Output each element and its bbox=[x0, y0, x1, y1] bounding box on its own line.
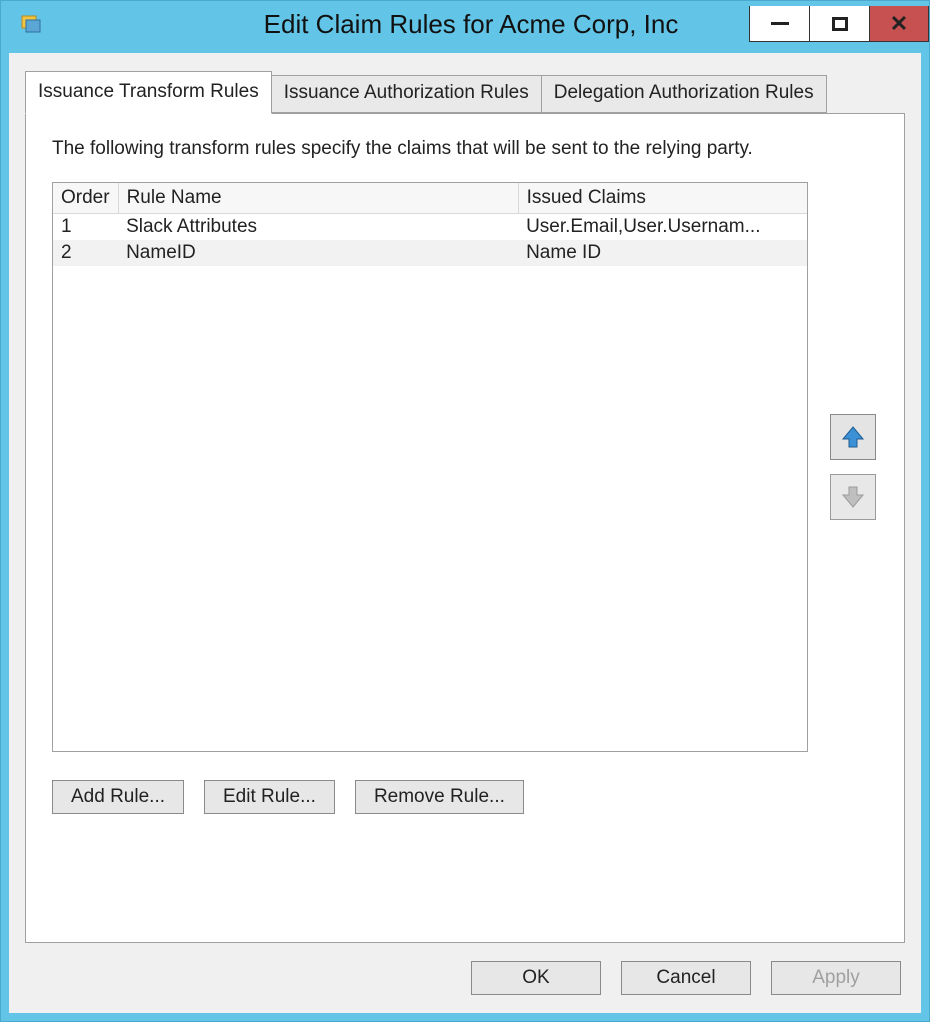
dialog-body: Issuance Transform Rules Issuance Author… bbox=[9, 53, 921, 1013]
cell-rule-name: Slack Attributes bbox=[118, 214, 518, 241]
tab-issuance-authorization[interactable]: Issuance Authorization Rules bbox=[271, 75, 542, 113]
minimize-button[interactable] bbox=[749, 6, 809, 42]
titlebar-buttons: ✕ bbox=[749, 6, 929, 42]
edit-rule-button[interactable]: Edit Rule... bbox=[204, 780, 335, 814]
move-down-button[interactable] bbox=[830, 474, 876, 520]
dialog-footer: OK Cancel Apply bbox=[25, 943, 905, 999]
tab-panel: The following transform rules specify th… bbox=[25, 113, 905, 943]
cell-order: 2 bbox=[53, 240, 118, 266]
cell-rule-name: NameID bbox=[118, 240, 518, 266]
panel-description: The following transform rules specify th… bbox=[52, 138, 878, 160]
table-row[interactable]: 1 Slack Attributes User.Email,User.Usern… bbox=[53, 214, 807, 241]
cell-issued-claims: Name ID bbox=[518, 240, 807, 266]
arrow-up-icon bbox=[839, 423, 867, 451]
column-header-order[interactable]: Order bbox=[53, 183, 118, 214]
cancel-button[interactable]: Cancel bbox=[621, 961, 751, 995]
dialog-window: Edit Claim Rules for Acme Corp, Inc ✕ Is… bbox=[0, 0, 930, 1022]
ok-button[interactable]: OK bbox=[471, 961, 601, 995]
cell-order: 1 bbox=[53, 214, 118, 241]
maximize-button[interactable] bbox=[809, 6, 869, 42]
cell-issued-claims: User.Email,User.Usernam... bbox=[518, 214, 807, 241]
titlebar: Edit Claim Rules for Acme Corp, Inc ✕ bbox=[1, 1, 929, 47]
column-header-rule-name[interactable]: Rule Name bbox=[118, 183, 518, 214]
add-rule-button[interactable]: Add Rule... bbox=[52, 780, 184, 814]
rule-action-buttons: Add Rule... Edit Rule... Remove Rule... bbox=[52, 780, 878, 814]
column-header-issued-claims[interactable]: Issued Claims bbox=[518, 183, 807, 214]
close-button[interactable]: ✕ bbox=[869, 6, 929, 42]
rules-table[interactable]: Order Rule Name Issued Claims 1 Slack At… bbox=[52, 182, 808, 752]
window-icon bbox=[19, 12, 43, 36]
remove-rule-button[interactable]: Remove Rule... bbox=[355, 780, 524, 814]
tab-issuance-transform[interactable]: Issuance Transform Rules bbox=[25, 71, 272, 114]
tab-delegation-authorization[interactable]: Delegation Authorization Rules bbox=[541, 75, 827, 113]
move-up-button[interactable] bbox=[830, 414, 876, 460]
table-row[interactable]: 2 NameID Name ID bbox=[53, 240, 807, 266]
arrow-down-icon bbox=[839, 483, 867, 511]
tabs: Issuance Transform Rules Issuance Author… bbox=[25, 71, 905, 943]
apply-button[interactable]: Apply bbox=[771, 961, 901, 995]
reorder-arrows bbox=[828, 182, 878, 752]
